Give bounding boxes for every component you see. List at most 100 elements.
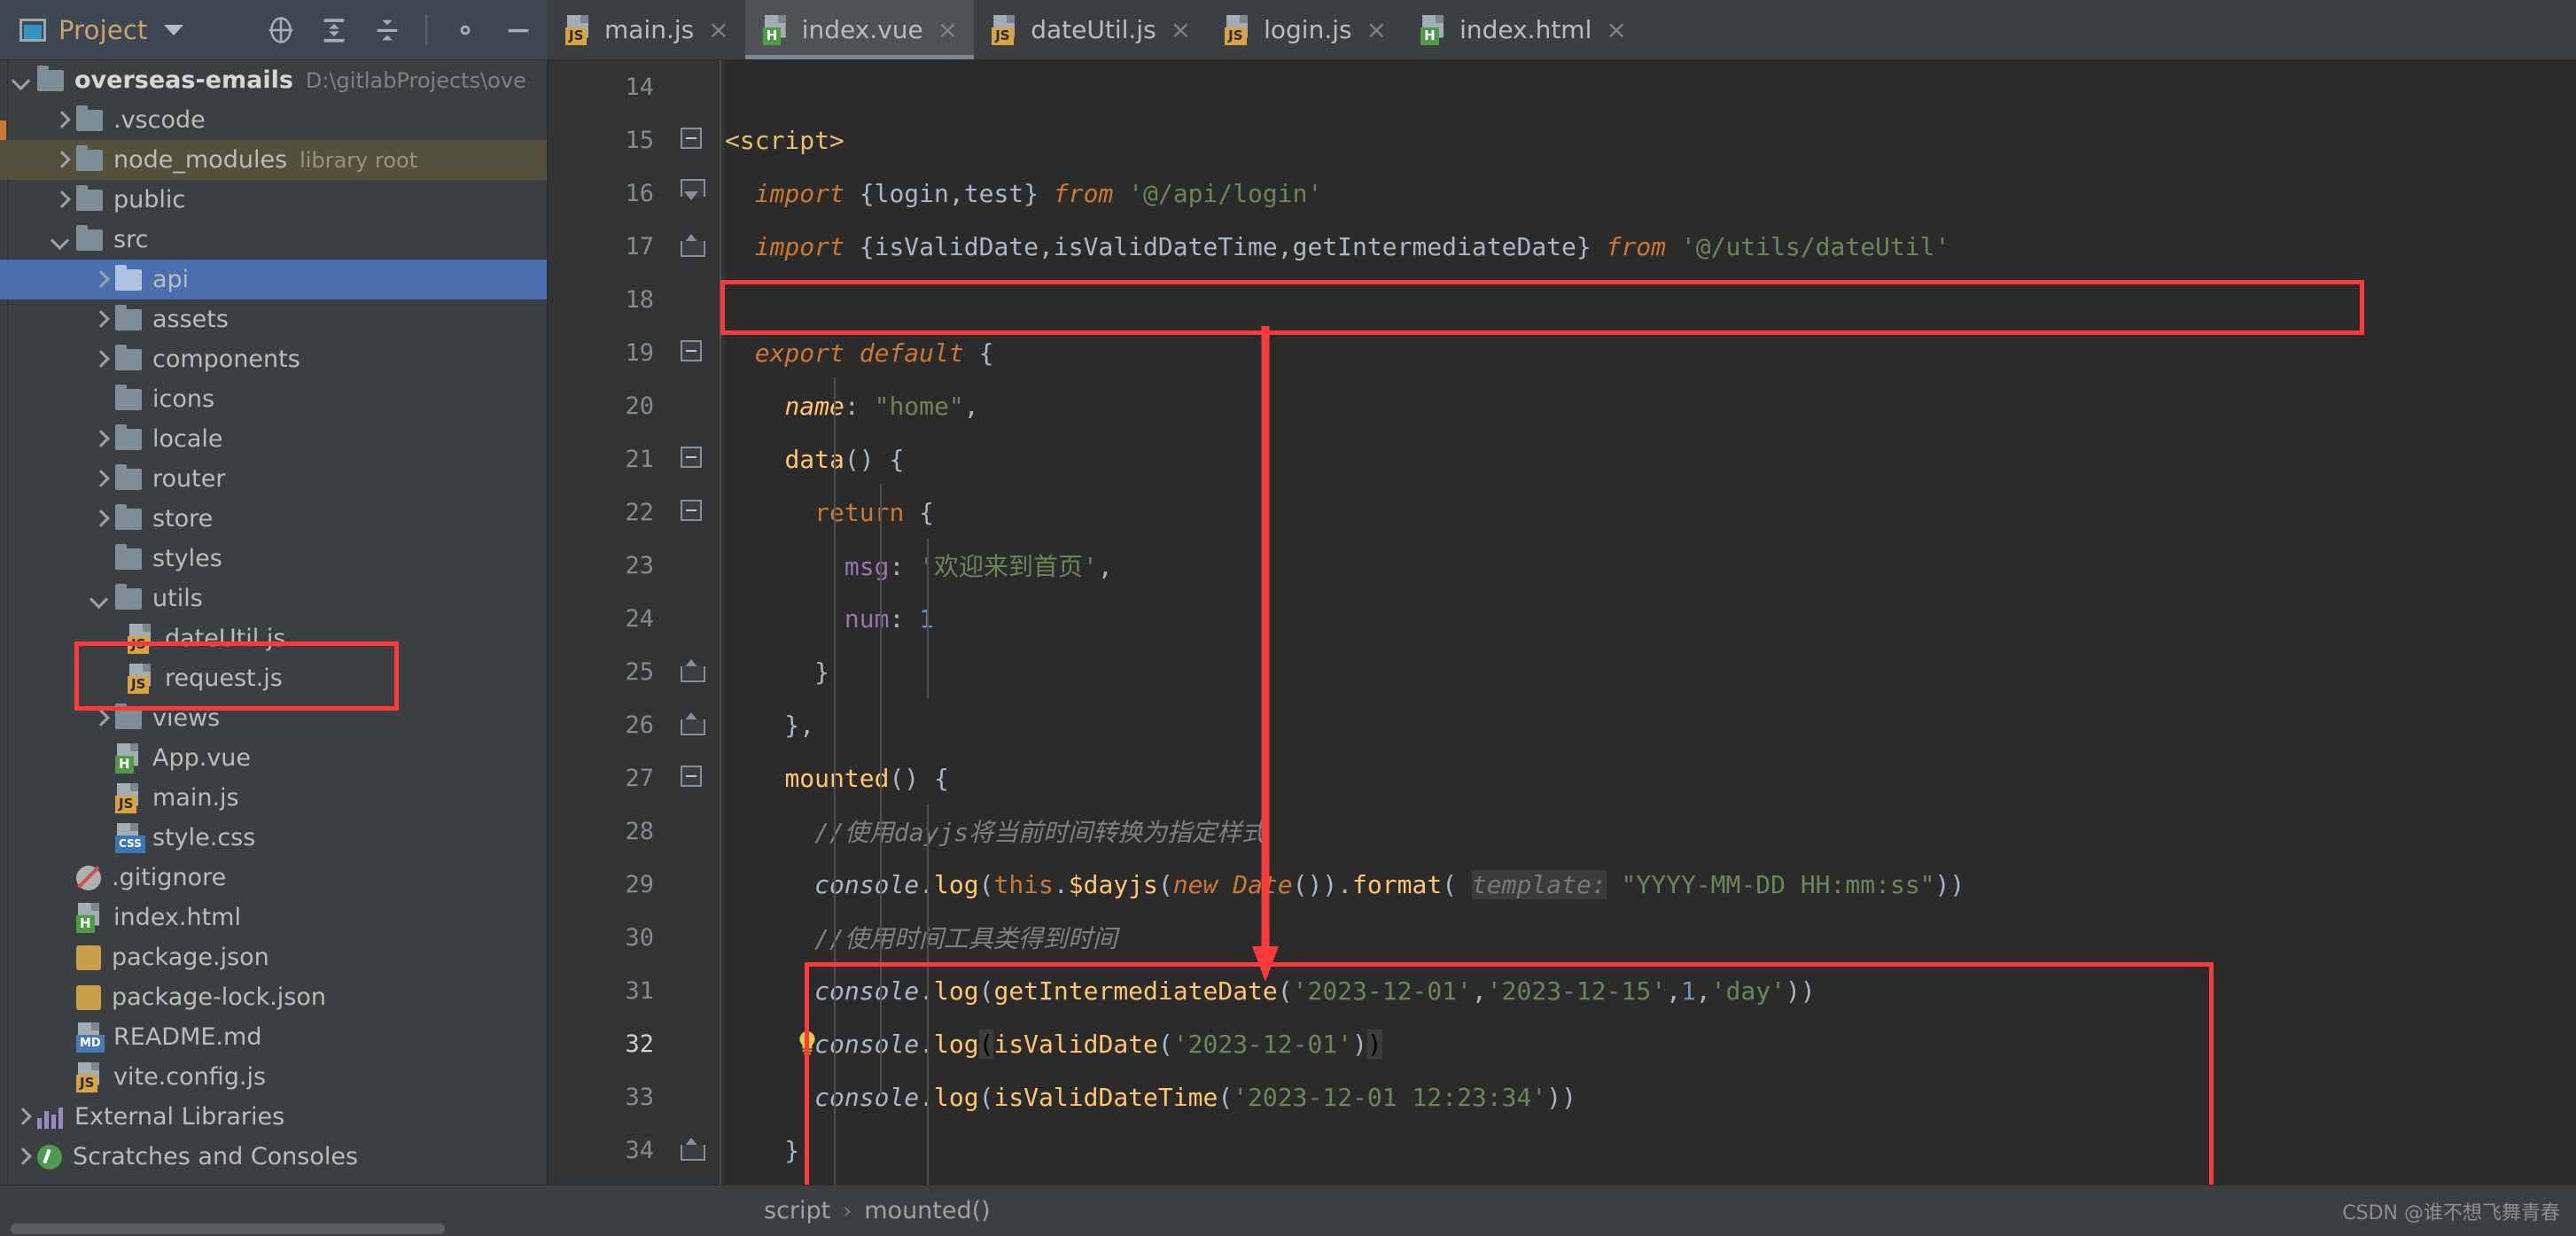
tree-row-icons[interactable]: icons — [0, 379, 547, 419]
tree-row-styles[interactable]: styles — [0, 539, 547, 579]
code-line[interactable]: 31 console.log(getIntermediateDate('2023… — [548, 964, 2576, 1017]
fold-column[interactable] — [661, 379, 725, 432]
code-line[interactable]: 15 <script> — [548, 113, 2576, 167]
tree-row-scratches-and-consoles[interactable]: Scratches and Consoles — [0, 1137, 547, 1177]
fold-column[interactable] — [661, 326, 725, 379]
chevron-right-icon[interactable] — [11, 1106, 34, 1129]
fold-column[interactable] — [661, 1070, 725, 1123]
tree-row-components[interactable]: components — [0, 339, 547, 379]
chevron-right-icon[interactable] — [89, 508, 112, 531]
code-line[interactable]: 22 return { — [548, 486, 2576, 539]
chevron-right-icon[interactable] — [89, 308, 112, 331]
intention-bulb-icon[interactable] — [796, 1030, 819, 1056]
fold-column[interactable] — [661, 432, 725, 486]
tree-row-request-js[interactable]: JS request.js — [0, 658, 547, 698]
chevron-right-icon[interactable] — [50, 189, 73, 212]
breadcrumb-item-script[interactable]: script — [764, 1197, 830, 1224]
fold-column[interactable] — [661, 805, 725, 858]
chevron-right-icon[interactable] — [89, 348, 112, 371]
code-line[interactable]: 23 msg: '欢迎来到首页', — [548, 539, 2576, 592]
code-line[interactable]: 29 console.log(this.$dayjs(new Date()).f… — [548, 858, 2576, 911]
minimize-icon[interactable] — [503, 15, 533, 45]
code-line[interactable]: 26 }, — [548, 698, 2576, 751]
chevron-right-icon[interactable] — [89, 468, 112, 491]
code-line[interactable]: 16 import {login,test} from '@/api/login… — [548, 167, 2576, 220]
tree-row-app-vue[interactable]: H App.vue — [0, 738, 547, 778]
close-icon[interactable]: × — [938, 17, 958, 43]
horizontal-scrollbar[interactable] — [11, 1223, 445, 1234]
tree-row-vscode[interactable]: .vscode — [0, 100, 547, 140]
fold-column[interactable] — [661, 858, 725, 911]
fold-region-end-icon[interactable] — [681, 1138, 705, 1161]
fold-column[interactable] — [661, 486, 725, 539]
locate-target-icon[interactable] — [266, 15, 296, 45]
chevron-down-icon[interactable] — [89, 587, 112, 610]
tab-index-html[interactable]: H index.html × — [1403, 0, 1643, 59]
tree-row-src[interactable]: src — [0, 220, 547, 260]
tree-row-router[interactable]: router — [0, 459, 547, 499]
tree-row-api[interactable]: api — [0, 260, 547, 299]
fold-column[interactable] — [661, 698, 725, 751]
tree-row-node-modules[interactable]: node_modules library root — [0, 140, 547, 180]
fold-column[interactable] — [661, 592, 725, 645]
gear-icon[interactable] — [450, 15, 480, 45]
tree-row-store[interactable]: store — [0, 499, 547, 539]
tree-row-package-json[interactable]: package.json — [0, 937, 547, 977]
chevron-down-icon[interactable] — [11, 69, 34, 92]
code-line[interactable]: 33 console.log(isValidDateTime('2023-12-… — [548, 1070, 2576, 1123]
fold-column[interactable] — [661, 911, 725, 964]
tree-row-readme-md[interactable]: MD README.md — [0, 1017, 547, 1057]
fold-column[interactable] — [661, 751, 725, 805]
fold-collapse-icon[interactable] — [681, 340, 702, 361]
code-line[interactable]: 19 export default { — [548, 326, 2576, 379]
chevron-right-icon[interactable] — [89, 707, 112, 730]
chevron-right-icon[interactable] — [11, 1146, 34, 1169]
chevron-right-icon[interactable] — [89, 428, 112, 451]
code-line[interactable]: 18 — [548, 273, 2576, 326]
tree-row-assets[interactable]: assets — [0, 299, 547, 339]
tree-row-locale[interactable]: locale — [0, 419, 547, 459]
code-line[interactable]: 20 name: "home", — [548, 379, 2576, 432]
tree-row-style-css[interactable]: CSS style.css — [0, 818, 547, 858]
tab-index-vue[interactable]: H index.vue × — [744, 0, 975, 59]
tree-row-vite-config-js[interactable]: JS vite.config.js — [0, 1057, 547, 1097]
code-editor[interactable]: 14 15 <script> 16 import {login,test} fr… — [548, 60, 2576, 1185]
chevron-right-icon[interactable] — [50, 149, 73, 172]
close-icon[interactable]: × — [1171, 17, 1191, 43]
code-line[interactable]: 30 //使用时间工具类得到时间 — [548, 911, 2576, 964]
code-line[interactable]: 25 } — [548, 645, 2576, 698]
project-tree[interactable]: overseas-emails D:\gitlabProjects\ove .v… — [0, 60, 548, 1185]
code-line[interactable]: 34 }, — [548, 1123, 2576, 1177]
fold-collapse-icon[interactable] — [681, 766, 702, 787]
tree-row-utils[interactable]: utils — [0, 579, 547, 618]
tree-row-gitignore[interactable]: .gitignore — [0, 858, 547, 898]
fold-collapse-icon[interactable] — [681, 447, 702, 468]
code-line[interactable]: 17 import {isValidDate,isValidDateTime,g… — [548, 220, 2576, 273]
fold-column[interactable] — [661, 645, 725, 698]
tree-row-package-lock-json[interactable]: package-lock.json — [0, 977, 547, 1017]
code-line[interactable]: 28 //使用dayjs将当前时间转换为指定样式 — [548, 805, 2576, 858]
tree-row-index-html[interactable]: H index.html — [0, 898, 547, 937]
fold-column[interactable] — [661, 964, 725, 1017]
tree-row-views[interactable]: views — [0, 698, 547, 738]
fold-column[interactable] — [661, 273, 725, 326]
chevron-right-icon[interactable] — [50, 109, 73, 132]
close-icon[interactable]: × — [708, 17, 728, 43]
code-line[interactable]: 24 num: 1 — [548, 592, 2576, 645]
fold-region-end-icon[interactable] — [681, 234, 705, 257]
chevron-right-icon[interactable] — [89, 268, 112, 292]
fold-column[interactable] — [661, 1017, 815, 1070]
fold-column[interactable] — [661, 220, 725, 273]
tab-dateutil-js[interactable]: JS dateUtil.js × — [974, 0, 1207, 59]
fold-region-start-icon[interactable] — [681, 179, 705, 204]
code-line[interactable]: 14 — [548, 60, 2576, 113]
code-line[interactable]: 21 data() { — [548, 432, 2576, 486]
fold-column[interactable] — [661, 167, 725, 220]
tree-row-external-libraries[interactable]: External Libraries — [0, 1097, 547, 1137]
tree-row-overseas-emails[interactable]: overseas-emails D:\gitlabProjects\ove — [0, 60, 547, 100]
close-icon[interactable]: × — [1366, 17, 1387, 43]
fold-column[interactable] — [661, 1123, 725, 1177]
collapse-all-icon[interactable] — [372, 15, 402, 45]
tab-login-js[interactable]: JS login.js × — [1207, 0, 1403, 59]
expand-all-icon[interactable] — [319, 15, 349, 45]
